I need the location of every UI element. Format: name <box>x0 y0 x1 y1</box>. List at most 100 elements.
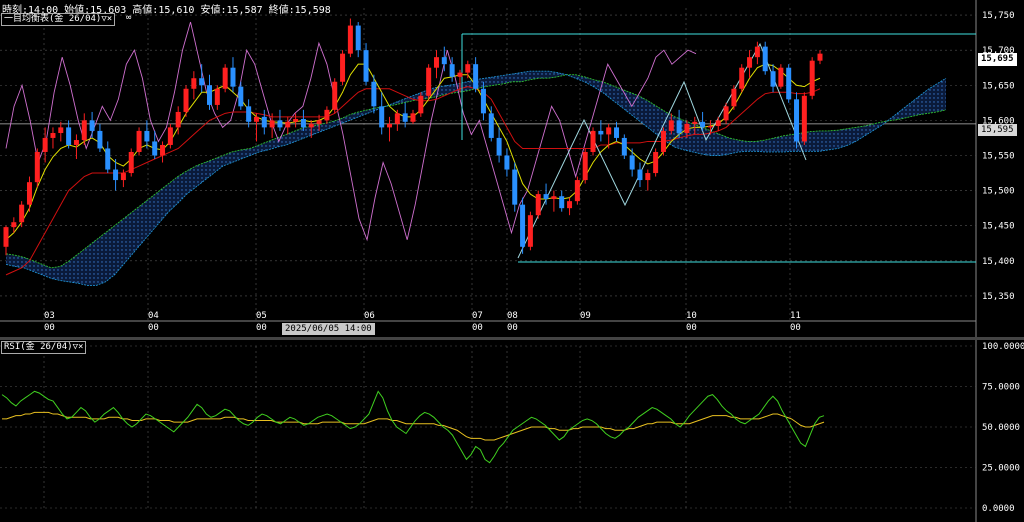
candle-body <box>582 151 588 181</box>
candle-body <box>668 120 674 131</box>
chain-link-icon[interactable]: ∞ <box>126 13 131 23</box>
candle-body <box>293 118 299 122</box>
ichimoku-label-text: 一目均衡表(金 26/04) <box>4 14 102 24</box>
candle-body <box>191 78 197 89</box>
candle-body <box>183 88 189 112</box>
candle-body <box>676 120 682 134</box>
candle-body <box>222 67 228 89</box>
candle-body <box>629 155 635 170</box>
candle-body <box>199 78 205 86</box>
candle-body <box>105 148 111 170</box>
x-tick-month: 11 <box>790 311 801 321</box>
chart-canvas[interactable]: 15,75015,70015,65015,60015,55015,50015,4… <box>0 0 1024 522</box>
candle-body <box>707 125 713 128</box>
candle-body <box>449 64 455 77</box>
candle-body <box>316 120 322 124</box>
candle-body <box>144 130 150 142</box>
y-tick-label: 15,750 <box>982 11 1015 21</box>
candle-body <box>621 137 627 156</box>
candle-body <box>692 121 698 124</box>
x-tick-month: 05 <box>256 311 267 321</box>
candle-body <box>167 127 173 145</box>
candle-body <box>551 196 557 200</box>
candle-body <box>590 130 596 152</box>
close-icon[interactable]: × <box>107 14 112 24</box>
x-tick-sub: 00 <box>148 323 159 333</box>
rsi-y-tick-label: 25.0000 <box>982 464 1020 474</box>
candle-body <box>355 25 361 51</box>
x-tick-sub: 00 <box>256 323 267 333</box>
y-tick-label: 15,650 <box>982 81 1015 91</box>
x-tick-sub: 00 <box>507 323 518 333</box>
candle-body <box>253 116 259 122</box>
y-tick-label: 15,450 <box>982 222 1015 232</box>
candle-body <box>207 85 212 105</box>
y-tick-label: 15,550 <box>982 151 1015 161</box>
candle-body <box>426 67 432 96</box>
crosshair-price-tag: 15,595 <box>978 124 1017 136</box>
candle-body <box>598 130 604 135</box>
rsi-panel-label[interactable]: RSI(金 26/04)▽× <box>1 341 87 354</box>
candle-body <box>778 67 784 87</box>
x-tick-month: 10 <box>686 311 697 321</box>
x-tick-month: 04 <box>148 311 159 321</box>
x-tick-sub: 00 <box>472 323 483 333</box>
candle-body <box>700 121 706 128</box>
candle-body <box>723 106 729 121</box>
candle-body <box>786 67 792 100</box>
candle-body <box>324 109 330 121</box>
candle-body <box>371 81 377 107</box>
candle-body <box>637 169 643 181</box>
candle-body <box>332 81 338 110</box>
candle-body <box>731 88 737 107</box>
candle-body <box>754 46 760 58</box>
candle-body <box>441 57 447 65</box>
candle-body <box>402 113 408 122</box>
candle-body <box>347 25 353 54</box>
candle-body <box>394 113 400 124</box>
close-icon[interactable]: × <box>78 342 83 352</box>
rsi-signal-line <box>2 411 825 441</box>
candle-body <box>175 111 181 128</box>
candle-body <box>410 113 416 122</box>
candle-body <box>34 151 40 183</box>
rsi-y-tick-label: 75.0000 <box>982 383 1020 393</box>
candle-body <box>128 151 134 174</box>
candle-body <box>261 116 267 128</box>
candle-body <box>762 46 768 72</box>
candle-body <box>81 120 87 141</box>
candle-body <box>614 127 619 138</box>
candle-body <box>543 194 549 200</box>
ichimoku-panel-label[interactable]: 一目均衡表(金 26/04)▽× <box>1 13 116 26</box>
candle-body <box>465 64 471 73</box>
candle-body <box>527 215 533 247</box>
candle-body <box>152 141 158 156</box>
candle-body <box>660 130 666 152</box>
x-tick-month: 07 <box>472 311 483 321</box>
candle-body <box>387 123 393 128</box>
candle-body <box>715 120 721 126</box>
candle-body <box>26 182 32 205</box>
candle-body <box>770 71 776 87</box>
x-tick-sub: 00 <box>686 323 697 333</box>
candle-body <box>574 180 580 202</box>
rsi-y-tick-label: 50.0000 <box>982 423 1020 433</box>
candle-body <box>567 201 573 209</box>
candle-body <box>684 123 690 134</box>
candle-body <box>488 113 494 138</box>
candle-body <box>58 127 64 134</box>
candle-body <box>11 222 17 228</box>
rsi-y-tick-label: 0.0000 <box>982 504 1015 514</box>
x-tick-sub: 00 <box>44 323 55 333</box>
candle-body <box>801 95 807 142</box>
x-tick-month: 03 <box>44 311 55 321</box>
rsi-y-tick-label: 100.0000 <box>982 342 1024 352</box>
candle-body <box>418 95 424 114</box>
candle-body <box>817 53 823 61</box>
candle-body <box>97 130 103 149</box>
candle-body <box>277 120 283 128</box>
candle-body <box>89 120 95 131</box>
candle-body <box>230 67 236 87</box>
candle-body <box>214 88 220 105</box>
candle-body <box>50 133 56 138</box>
